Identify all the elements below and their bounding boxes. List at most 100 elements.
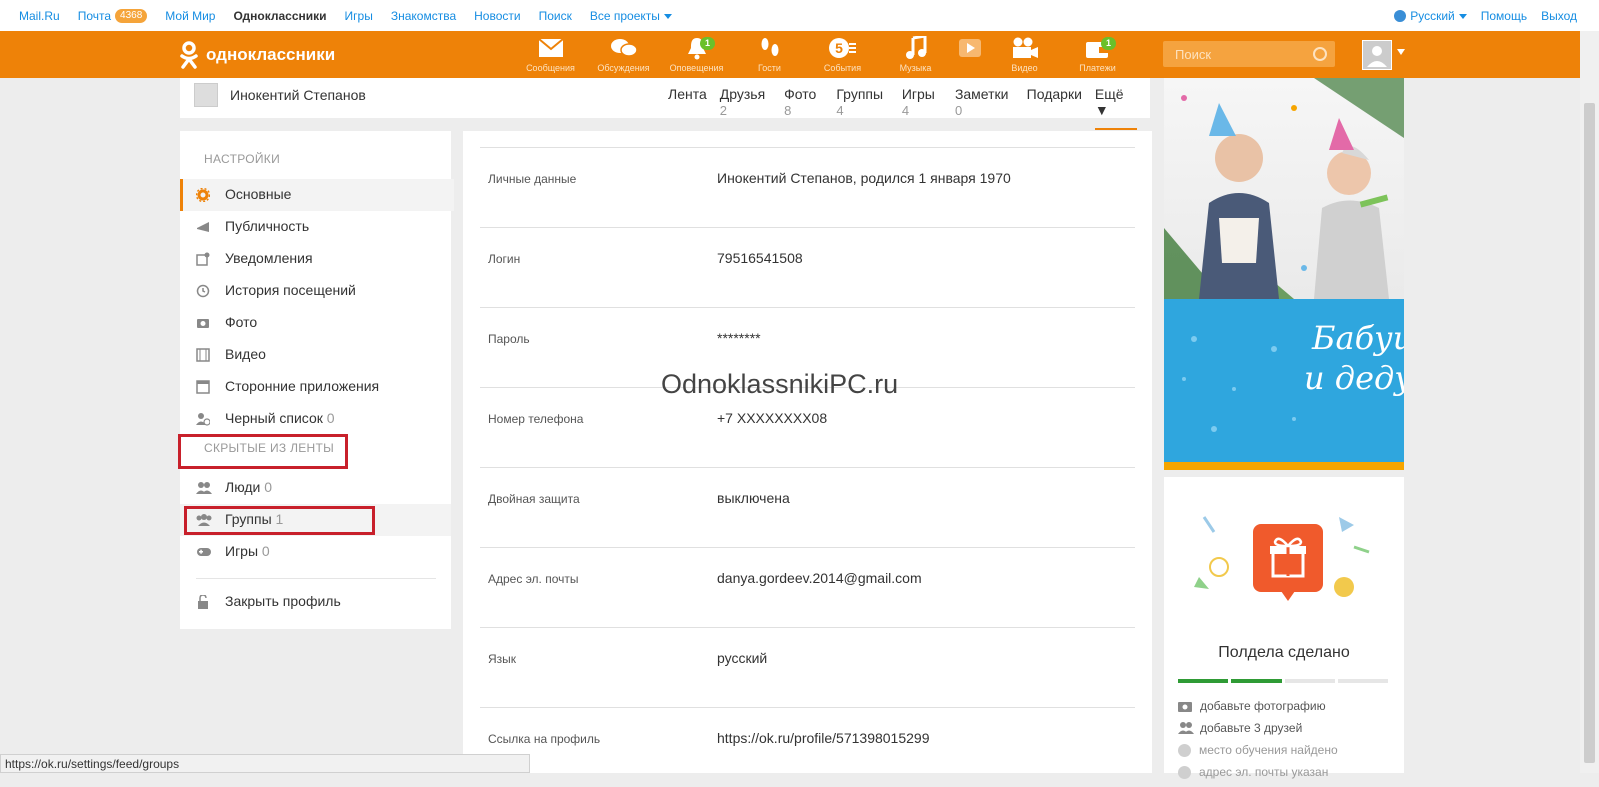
right-column: Бабуш и дедуш Полдела сделано добавьте ф… xyxy=(1164,78,1404,779)
tab-label: Игры xyxy=(901,86,935,102)
search-input[interactable]: Поиск xyxy=(1163,41,1335,67)
site-header: одноклассники Сообщения Обсуждения 1 Опо… xyxy=(0,31,1580,78)
nav-notifications[interactable]: 1 Оповещения xyxy=(660,35,733,73)
nav-video[interactable]: Видео xyxy=(988,35,1061,73)
language-select[interactable]: Русский xyxy=(1394,9,1467,23)
data-row-profile-link[interactable]: Ссылка на профиль https://ok.ru/profile/… xyxy=(480,707,1135,787)
task-email-done: адрес эл. почты указан xyxy=(1178,765,1328,779)
progress-segment xyxy=(1231,679,1282,683)
sidebar-item-publicity[interactable]: Публичность xyxy=(180,211,451,243)
check-icon xyxy=(1178,743,1191,757)
row-key: Адрес эл. почты xyxy=(488,572,579,586)
tab-gifts[interactable]: Подарки xyxy=(1027,86,1082,130)
portal-link-myworld[interactable]: Мой Мир xyxy=(165,9,215,23)
mail-count-badge: 4368 xyxy=(115,9,148,23)
task-add-photo[interactable]: добавьте фотографию xyxy=(1178,699,1326,713)
play-icon xyxy=(952,35,988,61)
sidebar-item-hidden-games[interactable]: Игры 0 xyxy=(180,536,451,568)
page-scrollbar[interactable] xyxy=(1580,31,1599,773)
tab-more[interactable]: Ещё ▼ xyxy=(1094,86,1138,130)
sidebar-item-notifications[interactable]: Уведомления xyxy=(180,243,451,275)
portal-link-dating[interactable]: Знакомства xyxy=(391,9,456,23)
chevron-down-icon[interactable] xyxy=(1397,49,1405,55)
nav-discussions[interactable]: Обсуждения xyxy=(587,35,660,73)
gamepad-icon xyxy=(196,545,211,559)
ok-logo[interactable]: одноклассники xyxy=(178,41,335,69)
sidebar-item-blacklist[interactable]: Черный список 0 xyxy=(180,403,451,435)
sidebar-item-general[interactable]: Основные xyxy=(180,179,454,211)
search-placeholder: Поиск xyxy=(1175,47,1212,62)
task-add-friends[interactable]: добавьте 3 друзей xyxy=(1178,721,1302,735)
tab-groups[interactable]: Группы 4 xyxy=(836,86,888,130)
nav-play[interactable] xyxy=(952,35,988,73)
data-row-two-factor[interactable]: Двойная защита выключена xyxy=(480,467,1135,547)
data-row-language[interactable]: Язык русский xyxy=(480,627,1135,707)
sidebar-item-video[interactable]: Видео xyxy=(180,339,451,371)
ad-banner-text[interactable]: Бабуш и дедуш xyxy=(1164,299,1404,462)
row-key: Двойная защита xyxy=(488,492,580,506)
row-key: Личные данные xyxy=(488,172,577,186)
tab-notes[interactable]: Заметки 0 xyxy=(955,86,1014,130)
tab-count: 0 xyxy=(954,103,963,118)
completion-title: Полдела сделано xyxy=(1218,644,1350,661)
tab-label: Группы xyxy=(836,86,884,102)
scrollbar-thumb[interactable] xyxy=(1584,103,1595,763)
sidebar-item-third-party-apps[interactable]: Сторонние приложения xyxy=(180,371,451,403)
profile-name[interactable]: Инокентий Степанов xyxy=(230,87,366,103)
nav-label: Сообщения xyxy=(526,63,575,73)
tab-count: 4 xyxy=(901,103,910,118)
data-row-personal[interactable]: Личные данные Инокентий Степанов, родилс… xyxy=(480,147,1135,227)
nav-label: Гости xyxy=(758,63,781,73)
logo-text: одноклассники xyxy=(206,45,336,64)
svg-text:5: 5 xyxy=(835,40,843,56)
watermark: OdnoklassnikiPC.ru xyxy=(661,369,899,399)
camera-icon xyxy=(1178,700,1192,712)
sidebar-item-visit-history[interactable]: История посещений xyxy=(180,275,451,307)
history-icon xyxy=(196,284,210,298)
row-value: https://ok.ru/profile/571398015299 xyxy=(717,730,930,746)
portal-link-games[interactable]: Игры xyxy=(345,9,373,23)
nav-label: Платежи xyxy=(1079,63,1116,73)
nav-events[interactable]: 5 События xyxy=(806,35,879,73)
sidebar-item-photo[interactable]: Фото xyxy=(180,307,451,339)
portal-link-all-projects[interactable]: Все проекты xyxy=(590,9,672,23)
tab-friends[interactable]: Друзья 2 xyxy=(720,86,771,130)
ok-logo-icon xyxy=(178,41,200,69)
portal-link-ok[interactable]: Одноклассники xyxy=(233,9,326,23)
help-link[interactable]: Помощь xyxy=(1481,9,1527,23)
portal-link-mailru[interactable]: Mail.Ru xyxy=(19,9,60,23)
ad-banner-photo[interactable] xyxy=(1164,78,1404,299)
nav-label: Видео xyxy=(1011,63,1038,73)
megaphone-icon xyxy=(196,220,210,234)
user-avatar[interactable] xyxy=(1362,40,1392,70)
profile-avatar[interactable] xyxy=(194,83,218,107)
nav-music[interactable]: Музыка xyxy=(879,35,952,73)
search-icon[interactable] xyxy=(1313,47,1327,61)
data-row-login[interactable]: Логин 79516541508 xyxy=(480,227,1135,307)
tab-games[interactable]: Игры 4 xyxy=(902,86,942,130)
task-label: добавьте фотографию xyxy=(1200,699,1326,713)
portal-link-mail[interactable]: Почта 4368 xyxy=(78,9,148,23)
nav-guests[interactable]: Гости xyxy=(733,35,806,73)
tab-label: Заметки xyxy=(954,86,1009,102)
nav-payments[interactable]: 1 Платежи xyxy=(1061,35,1134,73)
tab-photos[interactable]: Фото 8 xyxy=(784,86,823,130)
tab-feed[interactable]: Лента xyxy=(668,86,707,130)
tab-label: Подарки xyxy=(1026,86,1082,102)
logout-link[interactable]: Выход xyxy=(1541,9,1577,23)
sidebar-item-label: Видео xyxy=(225,346,266,362)
data-row-email[interactable]: Адрес эл. почты danya.gordeev.2014@gmail… xyxy=(480,547,1135,627)
payments-count-badge: 1 xyxy=(1101,37,1117,50)
nav-messages[interactable]: Сообщения xyxy=(514,35,587,73)
sidebar-item-label: Люди xyxy=(225,479,261,495)
envelope-icon xyxy=(514,35,587,61)
sidebar-item-label: Уведомления xyxy=(225,250,313,266)
sidebar-item-hidden-people[interactable]: Люди 0 xyxy=(180,472,451,504)
portal-link-search[interactable]: Поиск xyxy=(539,9,572,23)
portal-link-news[interactable]: Новости xyxy=(474,9,520,23)
close-profile-link[interactable]: Закрыть профиль xyxy=(180,586,451,618)
nav-label: Обсуждения xyxy=(597,63,650,73)
bell-icon xyxy=(660,35,733,61)
tab-label: Лента xyxy=(668,86,707,102)
sidebar-item-count: 0 xyxy=(261,543,270,559)
